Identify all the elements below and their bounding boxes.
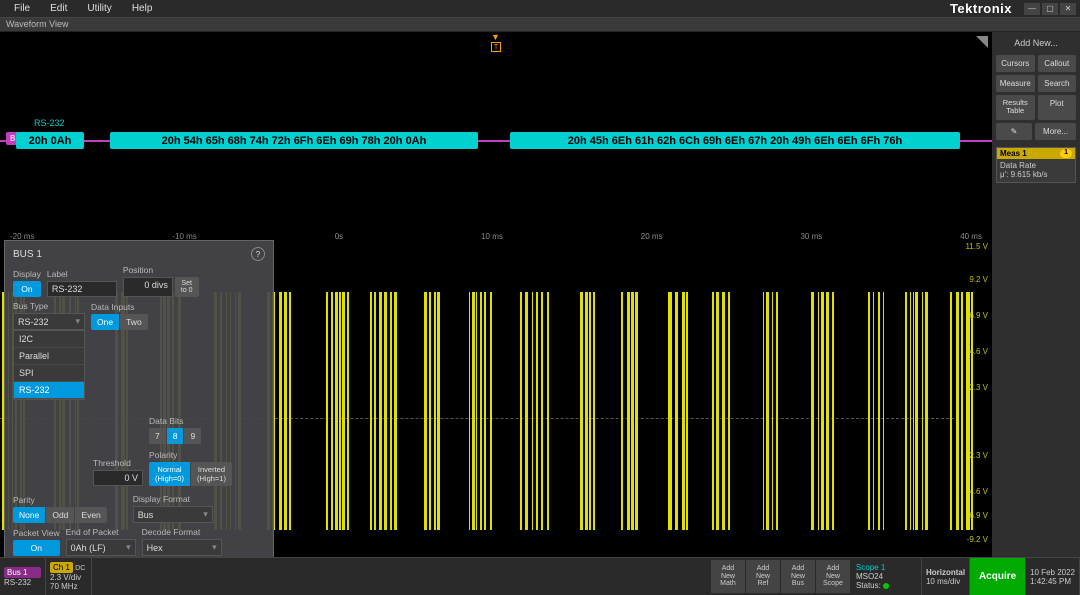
bus-protocol-label: RS-232 xyxy=(34,118,65,128)
cursors-button[interactable]: Cursors xyxy=(996,55,1035,72)
search-button[interactable]: Search xyxy=(1038,75,1077,92)
decode-segment: 20h 54h 65h 68h 74h 72h 6Fh 6Eh 69h 78h … xyxy=(110,132,478,149)
plot-button[interactable]: Plot xyxy=(1038,95,1077,120)
menu-edit[interactable]: Edit xyxy=(40,1,77,16)
trigger-marker: ▼ T xyxy=(491,32,501,52)
decode-format-select[interactable]: Hex xyxy=(142,539,222,556)
add-ref-button[interactable]: Add New Ref xyxy=(746,560,780,593)
bus1-badge[interactable]: Bus 1 RS-232 xyxy=(0,558,46,595)
add-math-button[interactable]: Add New Math xyxy=(711,560,745,593)
brand-logo: Tektronix xyxy=(950,1,1018,16)
bus-settings-panel: BUS 1 ? Display On Label RS-232 Position… xyxy=(4,240,274,557)
bustype-opt-rs232[interactable]: RS-232 xyxy=(14,382,84,399)
set-to-zero-button[interactable]: Set to 0 xyxy=(175,277,199,297)
bustype-opt-spi[interactable]: SPI xyxy=(14,365,84,382)
databits-9[interactable]: 9 xyxy=(184,428,201,444)
menu-help[interactable]: Help xyxy=(122,1,163,16)
datainputs-one[interactable]: One xyxy=(91,314,120,330)
meas-label: Data Rate xyxy=(1000,161,1072,170)
bus-label-input[interactable]: RS-232 xyxy=(47,281,117,297)
status-dot-icon xyxy=(883,583,889,589)
bus-type-options: I2C Parallel SPI RS-232 xyxy=(13,330,85,400)
maximize-button[interactable]: ▢ xyxy=(1042,3,1058,15)
acquire-button[interactable]: Acquire xyxy=(970,558,1026,595)
draw-button[interactable]: ✎ xyxy=(996,123,1032,140)
bus-decode-row: RS-232 B1 20h 0Ah 20h 54h 65h 68h 74h 72… xyxy=(0,132,992,150)
add-bus-button[interactable]: Add New Bus xyxy=(781,560,815,593)
side-panel: Add New... Cursors Callout Measure Searc… xyxy=(992,32,1080,557)
parity-even[interactable]: Even xyxy=(75,507,106,523)
polarity-inverted[interactable]: Inverted (High=1) xyxy=(191,462,232,486)
decode-segment: 20h 0Ah xyxy=(16,132,84,149)
menu-utility[interactable]: Utility xyxy=(77,1,121,16)
display-format-select[interactable]: Bus xyxy=(133,506,213,523)
side-header: Add New... xyxy=(996,36,1076,52)
datetime: 10 Feb 20221:42:45 PM xyxy=(1026,558,1080,595)
more-button[interactable]: More... xyxy=(1035,123,1076,140)
measurement-box[interactable]: Meas 11 Data Rate μ': 9.615 kb/s xyxy=(996,147,1076,183)
packet-view-on[interactable]: On xyxy=(13,540,60,556)
help-icon[interactable]: ? xyxy=(251,247,265,261)
eop-select[interactable]: 0Ah (LF) xyxy=(66,539,136,556)
close-button[interactable]: ✕ xyxy=(1060,3,1076,15)
parity-odd[interactable]: Odd xyxy=(46,507,75,523)
add-scope-button[interactable]: Add New Scope xyxy=(816,560,850,593)
display-on-button[interactable]: On xyxy=(13,281,41,297)
bus-type-select[interactable]: RS-232 xyxy=(13,313,85,330)
bustype-opt-parallel[interactable]: Parallel xyxy=(14,348,84,365)
scope-info[interactable]: Scope 1 MSO24 Status: xyxy=(852,558,922,595)
minimize-button[interactable]: — xyxy=(1024,3,1040,15)
waveform-view[interactable]: ▼ T RS-232 B1 20h 0Ah 20h 54h 65h 68h 74… xyxy=(0,32,992,557)
panel-title: BUS 1 xyxy=(13,249,42,260)
meas-value: μ': 9.615 kb/s xyxy=(1000,170,1072,179)
databits-8[interactable]: 8 xyxy=(167,428,185,444)
databits-7[interactable]: 7 xyxy=(149,428,167,444)
menubar: File Edit Utility Help Tektronix — ▢ ✕ xyxy=(0,0,1080,18)
menu-file[interactable]: File xyxy=(4,1,40,16)
polarity-normal[interactable]: Normal (High=0) xyxy=(149,462,191,486)
parity-none[interactable]: None xyxy=(13,507,46,523)
callout-button[interactable]: Callout xyxy=(1038,55,1077,72)
threshold-input[interactable]: 0 V xyxy=(93,470,143,486)
bottom-bar: Bus 1 RS-232 Ch 1 DC 2.3 V/div 70 MHz Ad… xyxy=(0,557,1080,595)
decode-segment: 20h 45h 6Eh 61h 62h 6Ch 69h 6Eh 67h 20h … xyxy=(510,132,960,149)
waveform-title: Waveform View xyxy=(0,18,1080,32)
datainputs-two[interactable]: Two xyxy=(120,314,148,330)
position-input[interactable]: 0 divs xyxy=(123,277,173,297)
corner-handle[interactable] xyxy=(976,36,988,48)
bustype-opt-i2c[interactable]: I2C xyxy=(14,331,84,348)
measure-button[interactable]: Measure xyxy=(996,75,1035,92)
results-table-button[interactable]: Results Table xyxy=(996,95,1035,120)
ch1-badge[interactable]: Ch 1 DC 2.3 V/div 70 MHz xyxy=(46,558,92,595)
horizontal-info[interactable]: Horizontal 10 ms/div xyxy=(922,558,970,595)
